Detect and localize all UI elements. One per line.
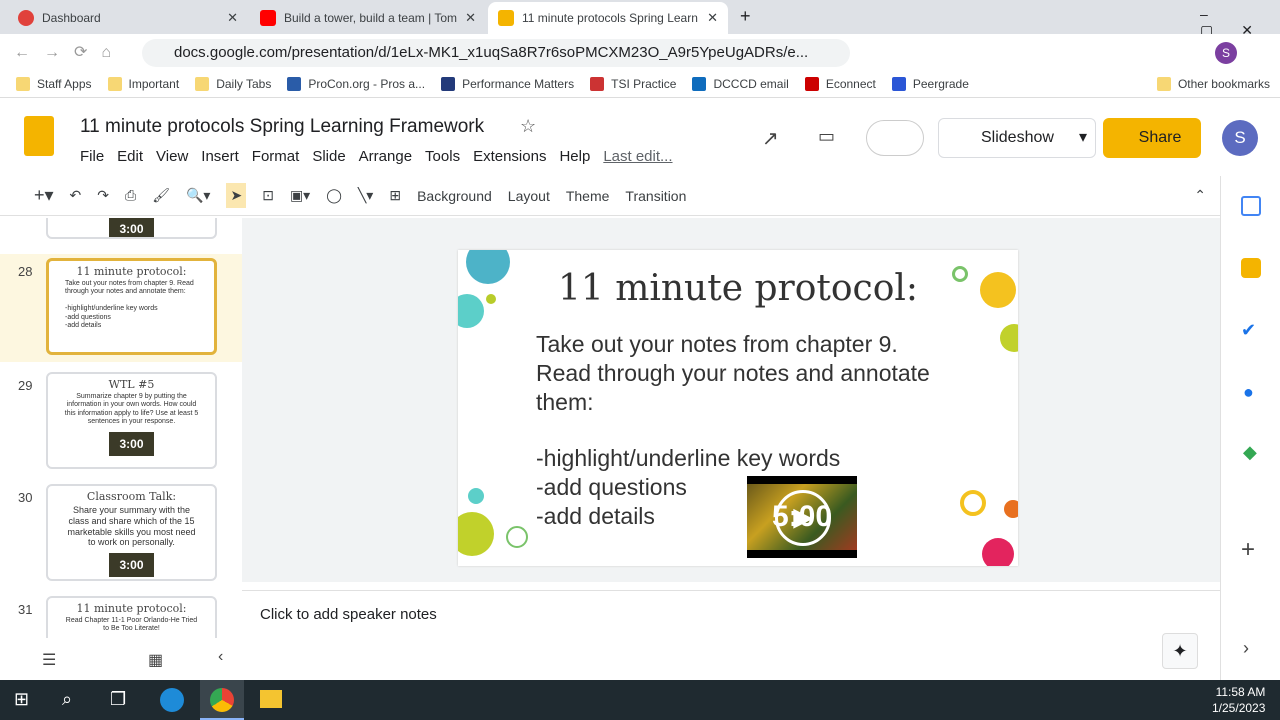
bookmark[interactable]: Performance Matters (441, 76, 574, 91)
edge-icon[interactable] (160, 688, 184, 712)
slide-thumbnail-29[interactable]: 29 WTL #5 Summarize chapter 9 by putting t… (0, 368, 242, 476)
bookmark[interactable]: Daily Tabs (195, 76, 271, 91)
bullet: -highlight/underline key words (536, 445, 841, 471)
timer-video[interactable]: 5:00 ▶ (747, 476, 857, 558)
nav-buttons[interactable]: ←→⟳⌂ (14, 42, 125, 62)
maps-icon[interactable]: ◆ (1243, 442, 1257, 463)
close-icon[interactable]: ✕ (227, 10, 238, 26)
play-icon[interactable]: ▶ (775, 490, 831, 546)
menu-bar: File Edit View Insert Format Slide Arrange Tool… (80, 148, 686, 165)
image-icon[interactable]: ▣▾ (290, 187, 310, 204)
collapse-panel-icon[interactable]: ‹ (218, 648, 223, 666)
paint-format-icon[interactable]: 🖌 (152, 187, 170, 204)
close-icon[interactable]: ✕ (707, 10, 718, 26)
slide-body[interactable]: Take out your notes from chapter 9. Read… (536, 330, 956, 417)
new-tab-button[interactable]: + (740, 6, 751, 27)
star-icon[interactable]: ☆ (520, 116, 536, 137)
profile-avatar[interactable]: S (1215, 42, 1237, 64)
last-edit-link[interactable]: Last edit... (603, 148, 672, 165)
address-bar[interactable]: docs.google.com/presentation/d/1eLx-MK1_… (142, 39, 850, 67)
toolbar: +▾ ↶ ↷ ⎙ 🖌 🔍▾ ➤ ⊡ ▣▾ ◯ ╲▾ ⊞ Background L… (0, 176, 1220, 216)
menu-arrange[interactable]: Arrange (359, 148, 412, 165)
menu-extensions[interactable]: Extensions (473, 148, 546, 165)
grid-view-icon[interactable]: ▦ (148, 650, 163, 670)
chrome-taskbar-button[interactable] (200, 680, 244, 720)
contacts-icon[interactable]: ● (1243, 382, 1254, 403)
menu-edit[interactable]: Edit (117, 148, 143, 165)
menu-format[interactable]: Format (252, 148, 300, 165)
textbox-icon[interactable]: ⊡ (262, 187, 274, 204)
collapse-icon[interactable]: ⌃ (1194, 187, 1206, 204)
redo-icon[interactable]: ↷ (97, 187, 109, 204)
bookmarks-bar: Staff Apps Important Daily Tabs ProCon.o… (0, 70, 1280, 98)
share-button[interactable]: Share (1103, 118, 1201, 158)
keep-icon[interactable] (1241, 258, 1261, 278)
slide-thumbnail-31[interactable]: 31 11 minute protocol: Read Chapter 11-1 P… (0, 592, 242, 638)
bookmark[interactable]: Econnect (804, 76, 876, 91)
expand-panel-icon[interactable]: › (1243, 638, 1249, 659)
layout-button[interactable]: Layout (508, 188, 550, 204)
undo-icon[interactable]: ↶ (70, 187, 82, 204)
bookmark[interactable]: ProCon.org - Pros a... (287, 76, 425, 91)
canvas-icon (18, 10, 34, 26)
slides-icon (498, 10, 514, 26)
menu-help[interactable]: Help (559, 148, 590, 165)
print-icon[interactable]: ⎙ (125, 187, 136, 204)
document-title[interactable]: 11 minute protocols Spring Learning Fram… (80, 116, 484, 138)
windows-start-icon[interactable]: ⊞ (14, 689, 29, 710)
bookmark[interactable]: TSI Practice (590, 76, 676, 91)
slide-title[interactable]: 11 minute protocol: (458, 268, 1018, 309)
menu-file[interactable]: File (80, 148, 104, 165)
add-addon-icon[interactable]: + (1241, 536, 1255, 564)
side-panel: ✔ ● ◆ + › (1220, 176, 1280, 680)
slide-thumbnail[interactable]: 3:00 (0, 218, 242, 246)
bookmark[interactable]: Staff Apps (16, 76, 92, 91)
zoom-icon[interactable]: 🔍▾ (186, 187, 210, 204)
bookmark[interactable]: DCCCD email (692, 76, 789, 91)
new-slide-button[interactable]: +▾ (34, 185, 54, 206)
line-icon[interactable]: ╲▾ (358, 187, 373, 204)
tab-youtube[interactable]: Build a tower, build a team | Tom ✕ (250, 2, 486, 34)
slideshow-button[interactable]: Slideshow ▾ (938, 118, 1096, 158)
select-icon[interactable]: ➤ (226, 183, 247, 208)
bookmark[interactable]: Important (107, 76, 179, 91)
theme-button[interactable]: Theme (566, 188, 610, 204)
menu-view[interactable]: View (156, 148, 188, 165)
transition-button[interactable]: Transition (625, 188, 686, 204)
user-avatar[interactable]: S (1222, 120, 1258, 156)
tasks-icon[interactable]: ✔ (1241, 320, 1256, 341)
calendar-icon[interactable] (1241, 196, 1261, 216)
tab-slides[interactable]: 11 minute protocols Spring Learn ✕ (488, 2, 728, 34)
activity-icon[interactable]: ↗ (762, 126, 779, 151)
menu-tools[interactable]: Tools (425, 148, 460, 165)
bookmark[interactable]: Peergrade (891, 76, 969, 91)
youtube-icon (260, 10, 276, 26)
shape-icon[interactable]: ◯ (326, 187, 342, 204)
task-view-icon[interactable]: ❐ (110, 689, 126, 710)
slide[interactable]: 11 minute protocol: Take out your notes … (458, 250, 1018, 566)
tab-dashboard[interactable]: Dashboard ✕ (8, 2, 248, 34)
close-icon[interactable]: ✕ (465, 10, 476, 26)
slides-logo[interactable] (24, 116, 54, 156)
comments-icon[interactable]: ▭ (818, 126, 835, 147)
speaker-notes[interactable]: Click to add speaker notes ✦ (242, 590, 1220, 678)
filmstrip: 3:00 28 11 minute protocol: Take out your … (0, 218, 242, 638)
search-icon[interactable]: ⌕ (62, 689, 72, 710)
list-view-icon[interactable]: ☰ (42, 650, 56, 670)
slide-thumbnail-28[interactable]: 28 11 minute protocol: Take out your notes… (0, 254, 242, 362)
app-header: 11 minute protocols Spring Learning Fram… (0, 100, 1280, 176)
clock[interactable]: 11:58 AM 1/25/2023 (1212, 684, 1265, 716)
tab-bar: Dashboard ✕ Build a tower, build a team |… (0, 0, 1280, 38)
slide-thumbnail-30[interactable]: 30 Classroom Talk: Share your summary with… (0, 480, 242, 588)
explore-button[interactable]: ✦ (1162, 633, 1198, 669)
meet-button[interactable] (866, 120, 924, 156)
other-bookmarks[interactable]: Other bookmarks (1156, 76, 1270, 91)
comment-icon[interactable]: ⊞ (389, 187, 401, 204)
file-explorer-icon[interactable] (260, 690, 282, 708)
menu-slide[interactable]: Slide (312, 148, 345, 165)
menu-insert[interactable]: Insert (201, 148, 239, 165)
background-button[interactable]: Background (417, 188, 492, 204)
taskbar: ⊞ ⌕ ❐ 11:58 AM 1/25/2023 (0, 680, 1280, 720)
filmstrip-footer: ☰ ▦ ‹ (0, 640, 242, 680)
